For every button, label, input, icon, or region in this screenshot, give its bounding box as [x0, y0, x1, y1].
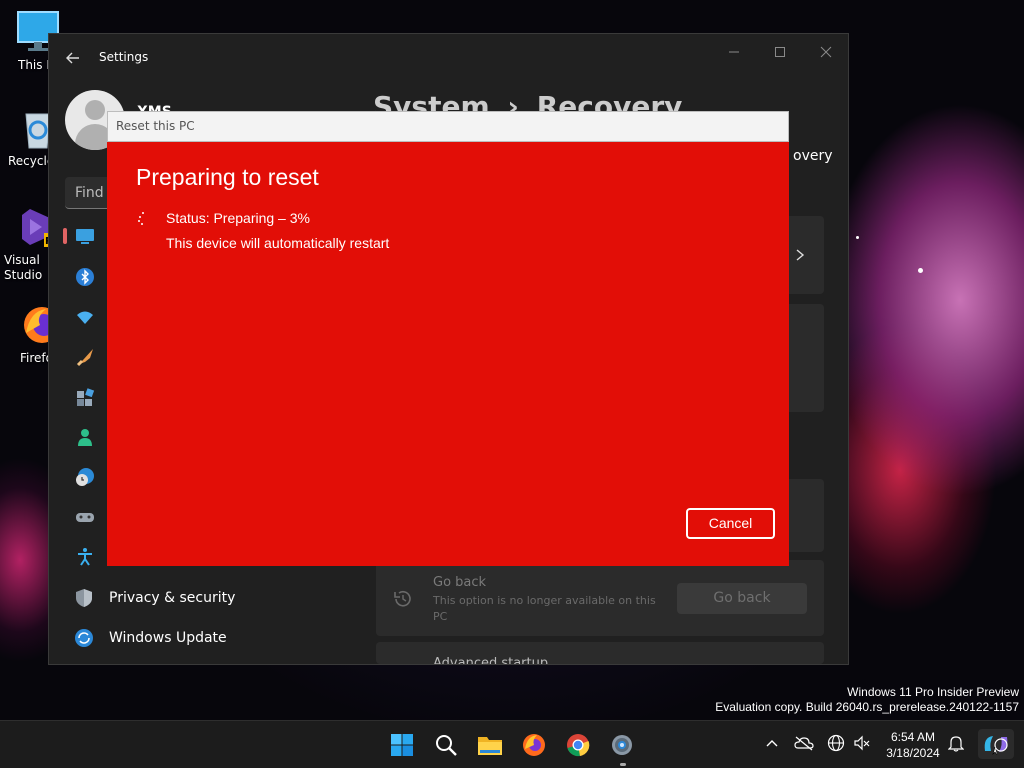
show-hidden-icons-button[interactable]: [762, 733, 782, 753]
copilot-button[interactable]: [978, 729, 1014, 759]
advanced-startup-card: Advanced startup: [376, 642, 824, 664]
advanced-startup-title: Advanced startup: [433, 656, 549, 664]
clock-date: 3/18/2024: [886, 746, 940, 760]
nav-item-label: Windows Update: [109, 630, 227, 646]
nav-item-windows-update[interactable]: Windows Update: [73, 620, 227, 656]
update-icon: [73, 627, 95, 649]
dialog-body: Preparing to reset Status: Preparing – 3…: [107, 142, 789, 566]
breadcrumb-tail: overy: [793, 148, 833, 164]
network-button[interactable]: [826, 733, 846, 753]
go-back-button[interactable]: Go back: [677, 583, 807, 614]
arrow-left-icon: [66, 52, 79, 64]
chrome-button[interactable]: [562, 729, 594, 761]
go-back-card: Go back This option is no longer availab…: [376, 560, 824, 636]
copilot-icon: [984, 736, 1008, 756]
progress-spinner-icon: [137, 212, 149, 226]
globe-clock-icon[interactable]: [75, 467, 95, 487]
cancel-button[interactable]: Cancel: [686, 508, 775, 539]
restart-note: This device will automatically restart: [166, 235, 390, 251]
cloud-off-icon: [794, 736, 814, 751]
gamepad-icon[interactable]: [75, 507, 95, 527]
search-icon: [436, 735, 457, 756]
notifications-button[interactable]: [946, 733, 966, 753]
file-explorer-icon: [478, 737, 502, 755]
maximize-icon: [775, 47, 785, 57]
wallpaper-sparkle: [856, 236, 859, 239]
watermark-line-1: Windows 11 Pro Insider Preview: [847, 685, 1019, 699]
person-icon[interactable]: [75, 427, 95, 447]
clock[interactable]: 6:54 AM 3/18/2024: [880, 729, 946, 761]
desktop-icon-label: Visual Studio 2022 Preview: [4, 253, 43, 282]
history-icon: [394, 590, 411, 607]
running-indicator: [620, 763, 626, 766]
monitor-icon[interactable]: [75, 226, 95, 246]
clock-time: 6:54 AM: [890, 730, 936, 744]
close-button[interactable]: [811, 42, 841, 66]
nav-item-label: Privacy & security: [109, 590, 236, 606]
search-button[interactable]: [430, 729, 462, 761]
settings-icon: [612, 735, 632, 755]
apps-icon[interactable]: [75, 387, 95, 407]
minimize-button[interactable]: [719, 42, 749, 66]
go-back-subtitle: This option is no longer available on th…: [433, 594, 656, 623]
chrome-icon: [567, 734, 590, 757]
go-back-title: Go back: [433, 575, 487, 590]
firefox-button[interactable]: [518, 729, 550, 761]
settings-titlebar: Settings: [49, 34, 848, 82]
speaker-muted-icon: [854, 735, 870, 751]
dialog-title: Reset this PC: [107, 111, 789, 142]
volume-button[interactable]: [852, 733, 872, 753]
status-text: Status: Preparing – 3%: [166, 210, 310, 226]
wallpaper-sparkle: [918, 268, 923, 273]
maximize-button[interactable]: [765, 42, 795, 66]
app-title: Settings: [99, 50, 149, 64]
reset-pc-dialog: Reset this PC Preparing to reset Status:…: [107, 111, 789, 566]
close-icon: [820, 46, 832, 58]
chevron-right-icon: [796, 249, 805, 261]
chevron-up-icon: [766, 740, 778, 747]
dialog-heading: Preparing to reset: [136, 164, 319, 190]
back-button[interactable]: [63, 48, 83, 68]
bluetooth-icon[interactable]: [75, 267, 95, 287]
minimize-icon: [729, 51, 739, 53]
bell-icon: [947, 736, 965, 752]
shield-icon: [73, 587, 95, 609]
nav-item-privacy-security[interactable]: Privacy & security: [73, 580, 235, 616]
nav-selection-indicator: [63, 228, 67, 244]
file-explorer-button[interactable]: [474, 729, 506, 761]
onedrive-offline-button[interactable]: [794, 733, 814, 753]
settings-button[interactable]: [606, 729, 638, 761]
taskbar: 6:54 AM 3/18/2024: [0, 720, 1024, 768]
start-button[interactable]: [386, 729, 418, 761]
watermark-line-2: Evaluation copy. Build 26040.rs_prerelea…: [715, 700, 1019, 714]
firefox-icon: [523, 734, 545, 756]
globe-icon: [827, 734, 845, 752]
brush-icon[interactable]: [75, 347, 95, 367]
wifi-icon[interactable]: [75, 307, 95, 327]
start-icon: [391, 734, 413, 756]
accessibility-icon[interactable]: [75, 547, 95, 567]
